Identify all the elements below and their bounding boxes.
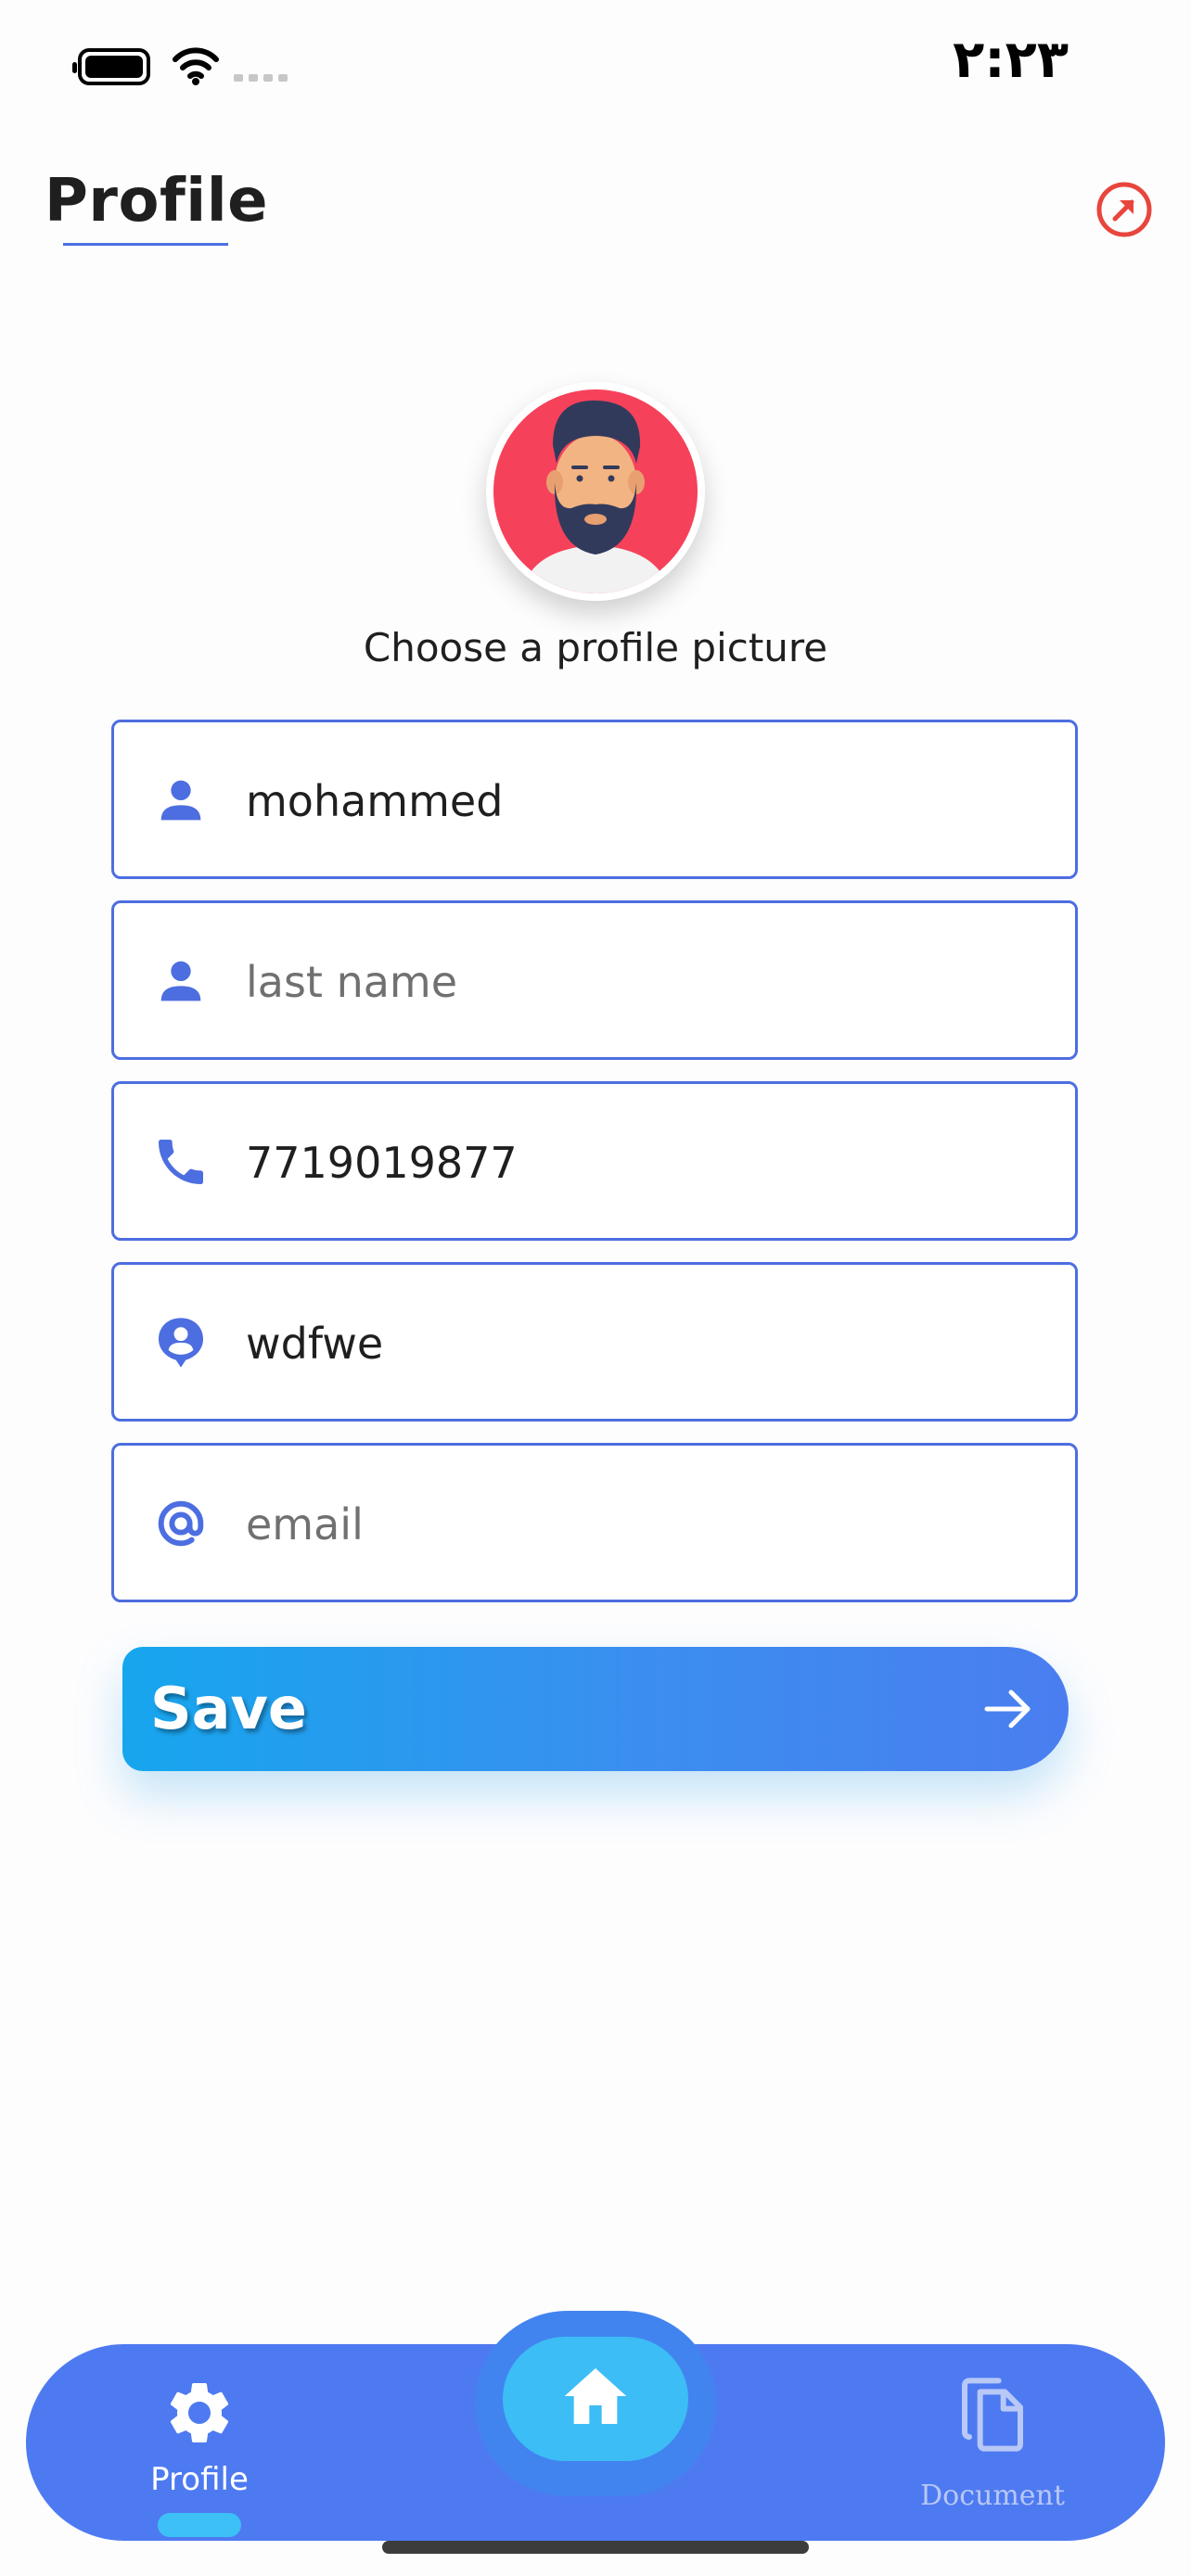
document-icon: [962, 2378, 1023, 2452]
last-name-field[interactable]: [111, 900, 1078, 1060]
email-field[interactable]: [111, 1443, 1078, 1602]
phone-input[interactable]: [246, 1121, 1044, 1205]
home-indicator-bar: [382, 2541, 809, 2554]
username-input[interactable]: [246, 1302, 1044, 1385]
save-button[interactable]: Save: [122, 1647, 1069, 1771]
choose-picture-label[interactable]: Choose a profile picture: [0, 625, 1191, 670]
person-icon: [160, 961, 201, 1001]
nav-document-label: Document: [920, 2480, 1065, 2512]
at-sign-icon: [158, 1500, 204, 1547]
first-name-input[interactable]: [246, 759, 1044, 843]
phone-field[interactable]: [111, 1081, 1078, 1241]
gear-icon: [170, 2383, 229, 2442]
status-time: ۲:۲۳: [953, 30, 1069, 90]
arrow-right-icon: [984, 1690, 1031, 1728]
arrow-up-right-circle-icon[interactable]: [1095, 180, 1154, 239]
nav-item-profile[interactable]: Profile: [121, 2376, 278, 2543]
last-name-input[interactable]: [246, 940, 1044, 1024]
signal-icon: [234, 74, 288, 82]
home-icon: [564, 2368, 627, 2424]
phone-icon: [159, 1140, 203, 1184]
battery-icon: [72, 48, 150, 85]
email-input[interactable]: [246, 1483, 1044, 1566]
home-nav-button[interactable]: [503, 2337, 688, 2461]
wifi-icon: [173, 47, 219, 85]
nav-item-document[interactable]: Document: [909, 2370, 1076, 2528]
title-underline: [63, 243, 228, 246]
page-title: Profile: [45, 167, 269, 236]
username-field[interactable]: [111, 1262, 1078, 1422]
first-name-field[interactable]: [111, 720, 1078, 879]
save-button-label: Save: [150, 1675, 307, 1742]
active-tab-indicator: [158, 2513, 241, 2537]
avatar[interactable]: [486, 382, 705, 601]
person-icon: [160, 780, 201, 821]
avatar-image: [493, 389, 698, 593]
account-pin-icon: [159, 1318, 203, 1368]
nav-profile-label: Profile: [150, 2461, 249, 2498]
status-bar: ۲:۲۳: [0, 0, 1191, 130]
